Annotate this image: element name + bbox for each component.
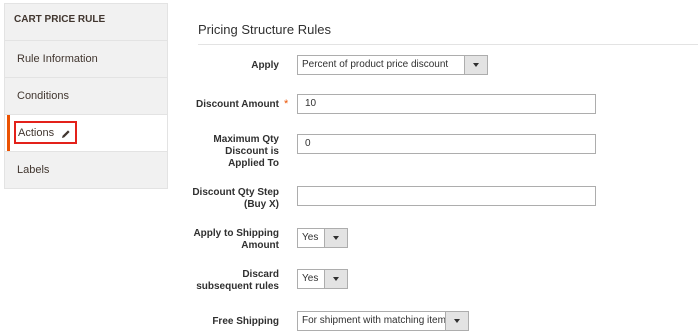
section-title: Pricing Structure Rules — [198, 22, 331, 37]
sidebar-item-label: Actions — [18, 127, 55, 139]
sidebar: CART PRICE RULE Rule Information Conditi… — [4, 3, 168, 189]
apply-shipping-select-value: Yes — [302, 232, 319, 243]
select-arrow[interactable] — [464, 56, 487, 74]
chevron-down-icon — [454, 319, 460, 323]
sidebar-item-label: Conditions — [17, 90, 69, 102]
sidebar-item-label: Labels — [17, 164, 50, 176]
free-shipping-select[interactable]: For shipment with matching items — [297, 311, 469, 331]
free-shipping-label: Free Shipping — [212, 316, 279, 327]
sidebar-item-rule-information[interactable]: Rule Information — [5, 41, 167, 78]
qty-step-input[interactable] — [297, 186, 596, 206]
discard-rules-label-line: subsequent rules — [196, 281, 279, 292]
sidebar-item-conditions[interactable]: Conditions — [5, 78, 167, 115]
apply-select-value: Percent of product price discount — [302, 59, 449, 70]
sidebar-item-labels[interactable]: Labels — [5, 152, 167, 188]
max-qty-label-line: Applied To — [228, 158, 279, 169]
max-qty-input[interactable]: 0 — [297, 134, 596, 154]
chevron-down-icon — [333, 277, 339, 281]
max-qty-label-line: Discount is — [225, 146, 279, 157]
qty-step-label-line: Discount Qty Step — [192, 187, 279, 198]
discount-amount-label: Discount Amount — [196, 99, 279, 110]
chevron-down-icon — [473, 63, 479, 67]
sidebar-item-label: Rule Information — [17, 53, 98, 65]
apply-label: Apply — [251, 60, 279, 71]
discard-rules-label: Discard subsequent rules — [196, 269, 279, 293]
section-divider — [198, 44, 698, 45]
apply-shipping-select[interactable]: Yes — [297, 228, 348, 248]
max-qty-label-line: Maximum Qty — [213, 134, 279, 145]
required-marker: * — [284, 98, 289, 110]
sidebar-item-actions[interactable]: Actions — [5, 115, 167, 152]
apply-shipping-label-line: Apply to Shipping — [193, 228, 279, 239]
discard-rules-label-line: Discard — [242, 269, 279, 280]
sidebar-title: CART PRICE RULE — [5, 4, 167, 41]
free-shipping-select-value: For shipment with matching items — [302, 315, 451, 326]
discount-amount-input[interactable]: 10 — [297, 94, 596, 114]
apply-select[interactable]: Percent of product price discount — [297, 55, 488, 75]
discard-rules-select-value: Yes — [302, 273, 319, 284]
select-arrow[interactable] — [324, 229, 347, 247]
chevron-down-icon — [333, 236, 339, 240]
qty-step-label-line: (Buy X) — [244, 199, 279, 210]
select-arrow[interactable] — [445, 312, 468, 330]
select-arrow[interactable] — [324, 270, 347, 288]
max-qty-label: Maximum Qty Discount is Applied To — [213, 134, 279, 170]
qty-step-label: Discount Qty Step (Buy X) — [192, 187, 279, 211]
discard-rules-select[interactable]: Yes — [297, 269, 348, 289]
apply-shipping-label: Apply to Shipping Amount — [193, 228, 279, 252]
apply-shipping-label-line: Amount — [241, 240, 279, 251]
pencil-icon — [62, 130, 70, 138]
